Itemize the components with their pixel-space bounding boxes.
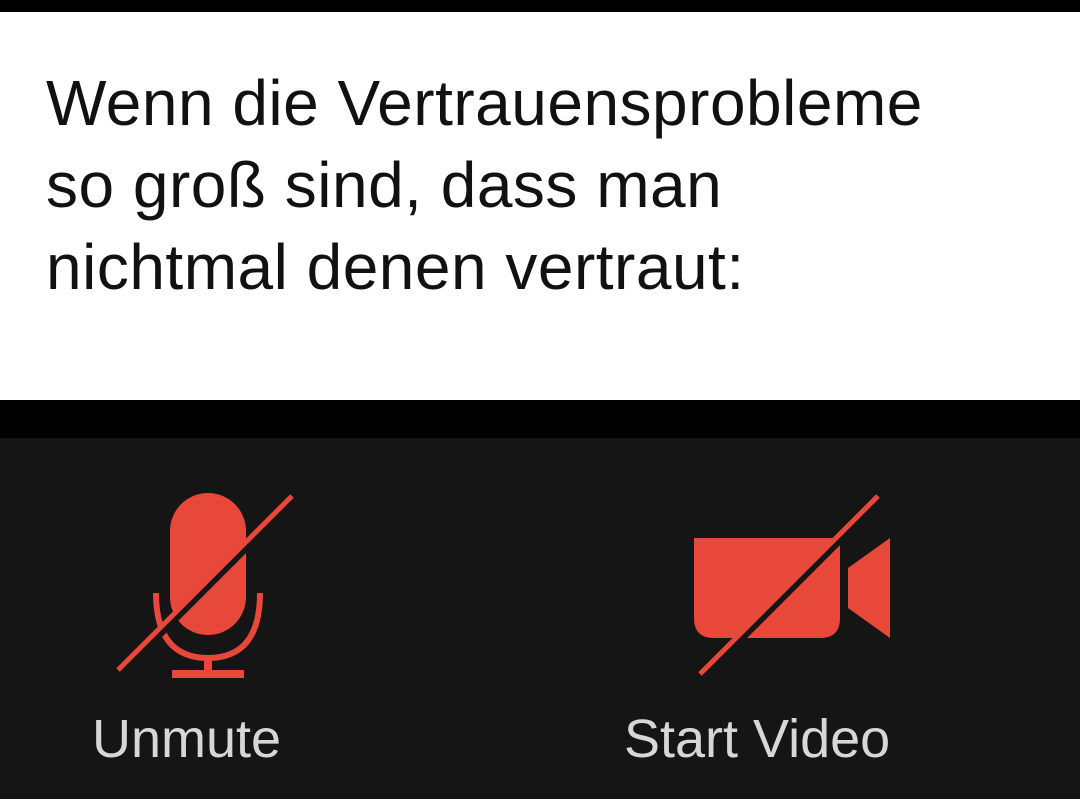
muted-microphone-icon [116, 492, 300, 678]
meme-caption: Wenn die Vertrauensprobleme so groß sind… [46, 62, 1046, 308]
caption-line-2: so groß sind, dass man [46, 149, 723, 221]
caption-line-3: nichtmal denen vertraut: [46, 231, 745, 303]
toolbar-top-edge [0, 400, 1080, 438]
meme-image: Wenn die Vertrauensprobleme so groß sind… [0, 0, 1080, 809]
start-video-button[interactable]: Start Video [600, 438, 980, 799]
unmute-button[interactable]: Unmute [60, 438, 380, 799]
meeting-toolbar: Unmute Start Video [0, 400, 1080, 799]
video-off-camera-icon [694, 492, 890, 678]
unmute-label: Unmute [92, 709, 282, 769]
caption-line-1: Wenn die Vertrauensprobleme [46, 67, 923, 139]
start-video-label: Start Video [624, 709, 891, 769]
top-border [0, 0, 1080, 12]
bottom-border [0, 799, 1080, 809]
